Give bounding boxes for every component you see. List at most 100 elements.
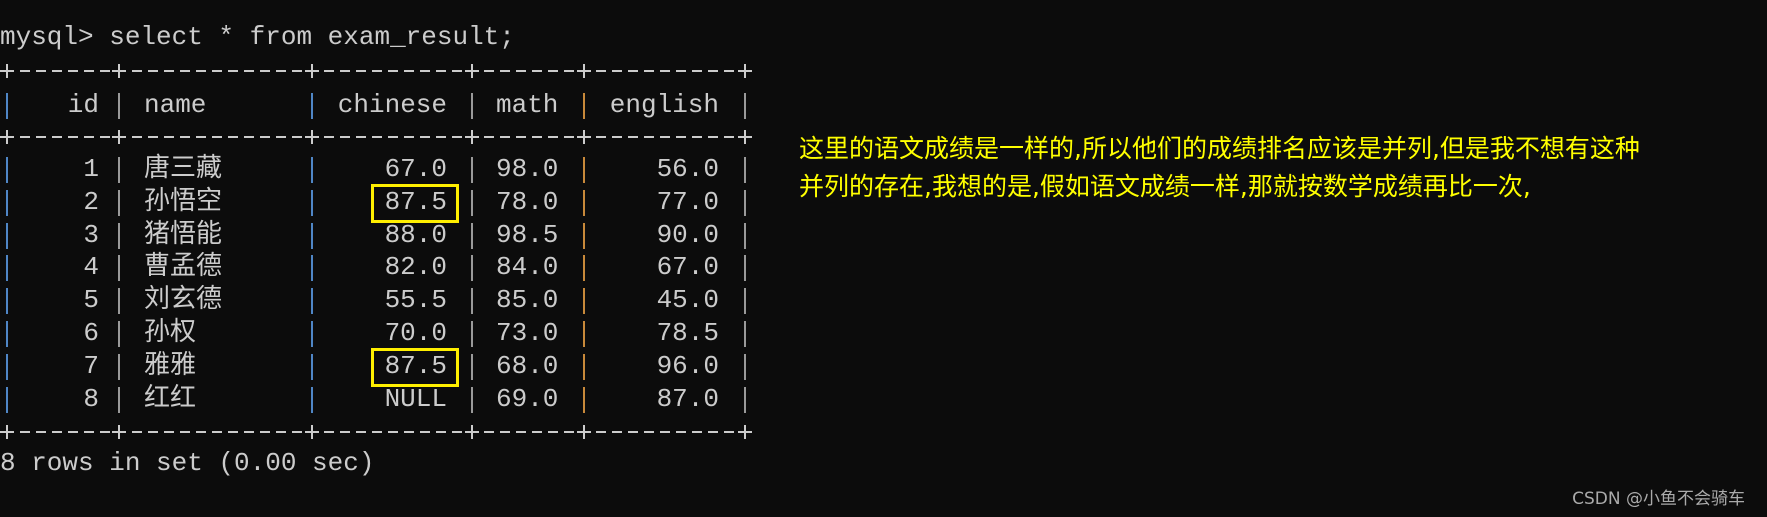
cell-english: 56.0 xyxy=(656,154,719,184)
column-separator xyxy=(118,386,120,413)
table-border-corner xyxy=(6,64,8,78)
column-separator xyxy=(583,222,585,249)
column-separator xyxy=(744,386,746,413)
column-separator xyxy=(583,93,585,119)
column-separator xyxy=(471,157,473,183)
column-separator xyxy=(118,189,120,216)
column-separator xyxy=(118,321,120,347)
column-header-name: name xyxy=(144,90,207,120)
column-separator xyxy=(583,321,585,347)
table-border-corner xyxy=(744,64,746,78)
cell-math: 84.0 xyxy=(496,252,559,283)
cell-english: 87.0 xyxy=(656,383,719,414)
column-separator xyxy=(6,353,8,380)
table-border-corner xyxy=(6,130,8,144)
column-separator xyxy=(744,93,746,119)
column-header-chinese: chinese xyxy=(337,90,447,120)
column-separator xyxy=(6,255,8,282)
table-border-corner xyxy=(583,425,585,440)
cell-math: 85.0 xyxy=(496,285,559,316)
column-separator xyxy=(583,157,585,183)
cell-name: 孙权 xyxy=(144,318,197,348)
cell-id: 4 xyxy=(83,252,99,283)
table-border-corner xyxy=(311,425,313,440)
cell-id: 1 xyxy=(83,154,99,184)
annotation-line-2: 并列的存在,我想的是,假如语文成绩一样,那就按数学成绩再比一次, xyxy=(799,172,1531,201)
table-border-corner xyxy=(118,425,120,440)
cell-id: 2 xyxy=(83,186,99,217)
cell-id: 6 xyxy=(83,318,99,348)
cell-name: 曹孟德 xyxy=(144,252,223,283)
cell-chinese: 82.0 xyxy=(384,252,447,283)
column-separator xyxy=(311,222,313,249)
table-border-corner xyxy=(311,130,313,144)
column-separator xyxy=(583,189,585,216)
column-separator xyxy=(311,157,313,183)
column-separator xyxy=(6,189,8,216)
column-separator xyxy=(583,255,585,282)
cell-math: 69.0 xyxy=(496,383,559,414)
cell-id: 7 xyxy=(83,350,99,381)
table-border-corner xyxy=(471,425,473,440)
column-separator xyxy=(6,93,8,119)
column-separator xyxy=(118,255,120,282)
cell-name: 红红 xyxy=(144,383,197,414)
cell-english: 45.0 xyxy=(656,285,719,316)
highlight-box xyxy=(371,347,459,387)
cell-math: 78.0 xyxy=(496,186,559,217)
column-separator xyxy=(471,288,473,315)
column-separator xyxy=(311,321,313,347)
column-header-id: id xyxy=(67,90,99,120)
column-separator xyxy=(118,157,120,183)
column-separator xyxy=(311,93,313,119)
cell-name: 雅雅 xyxy=(144,350,197,381)
column-separator xyxy=(118,353,120,380)
column-separator xyxy=(583,386,585,413)
cell-english: 67.0 xyxy=(656,252,719,283)
column-separator xyxy=(744,189,746,216)
column-separator xyxy=(744,157,746,183)
column-separator xyxy=(311,255,313,282)
table-border-corner xyxy=(744,130,746,144)
column-separator xyxy=(6,386,8,413)
cell-id: 8 xyxy=(83,383,99,414)
column-separator xyxy=(744,288,746,315)
column-separator xyxy=(311,189,313,216)
column-separator xyxy=(118,222,120,249)
column-separator xyxy=(471,222,473,249)
cell-math: 98.0 xyxy=(496,154,559,184)
table-border-corner xyxy=(471,130,473,144)
column-separator xyxy=(118,288,120,315)
cell-english: 77.0 xyxy=(656,186,719,217)
column-separator xyxy=(744,321,746,347)
cell-math: 98.5 xyxy=(496,219,559,250)
table-border-corner xyxy=(311,64,313,78)
column-separator xyxy=(311,288,313,315)
column-header-math: math xyxy=(496,90,559,120)
table-border-corner xyxy=(744,425,746,440)
column-separator xyxy=(471,93,473,119)
column-separator xyxy=(744,255,746,282)
column-separator xyxy=(744,222,746,249)
highlight-box xyxy=(371,183,459,223)
cell-math: 68.0 xyxy=(496,350,559,381)
column-separator xyxy=(6,222,8,249)
command-prompt: mysql> select * from exam_result; xyxy=(0,22,515,52)
cell-chinese: 67.0 xyxy=(384,154,447,184)
column-separator xyxy=(471,189,473,216)
table-border-corner xyxy=(471,64,473,78)
column-separator xyxy=(583,353,585,380)
table-border-corner xyxy=(583,130,585,144)
cell-name: 孙悟空 xyxy=(144,186,223,217)
column-separator xyxy=(471,386,473,413)
cell-english: 78.5 xyxy=(656,318,719,348)
column-separator xyxy=(471,353,473,380)
column-separator xyxy=(6,321,8,347)
table-border-corner xyxy=(118,64,120,78)
column-separator xyxy=(471,321,473,347)
cell-math: 73.0 xyxy=(496,318,559,348)
column-header-english: english xyxy=(609,90,719,120)
cell-english: 96.0 xyxy=(656,350,719,381)
column-separator xyxy=(471,255,473,282)
cell-chinese: 55.5 xyxy=(384,285,447,316)
